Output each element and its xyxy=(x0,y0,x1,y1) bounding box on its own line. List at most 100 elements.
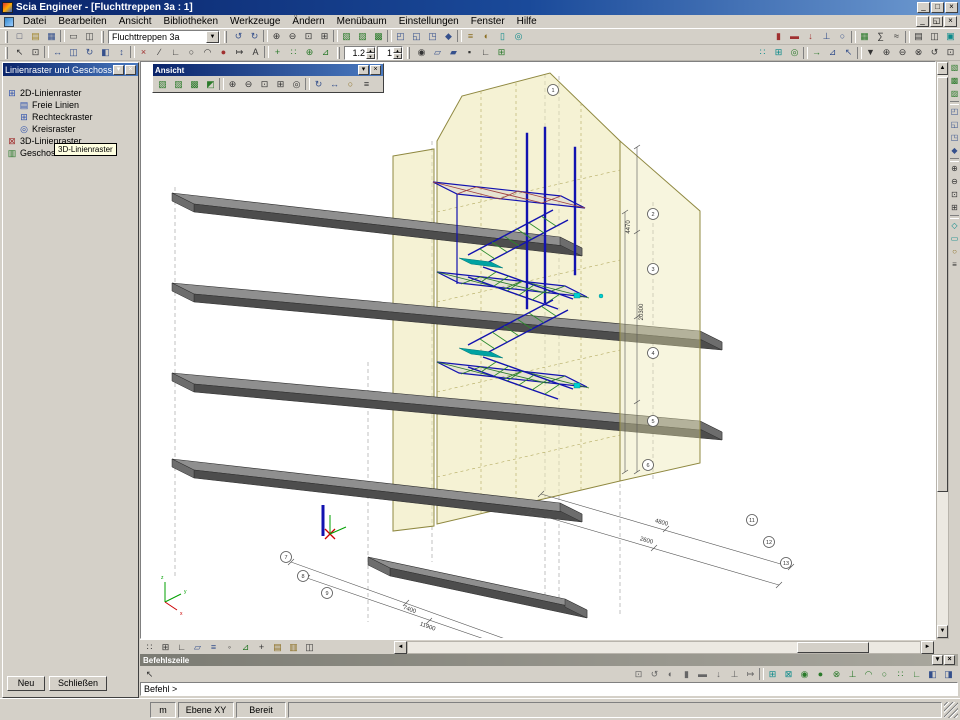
support-icon[interactable]: ⊥ xyxy=(819,30,834,44)
toolbar-grip[interactable] xyxy=(101,31,104,43)
toolbar-grip[interactable] xyxy=(5,47,8,59)
filter-loads-icon[interactable]: ↓ xyxy=(711,667,726,681)
move-icon[interactable]: ↔ xyxy=(50,46,65,60)
scale-field[interactable]: 1.2 ▲▼ xyxy=(344,46,376,60)
count-field[interactable]: 1 ▲▼ xyxy=(377,46,403,60)
select-icon[interactable]: ↖ xyxy=(12,46,27,60)
hinge-icon[interactable]: ○ xyxy=(835,30,850,44)
scroll-right-icon[interactable]: ► xyxy=(921,641,934,654)
ucs-icon[interactable]: ⊕ xyxy=(302,46,317,60)
picture-hidden-icon[interactable]: ▨ xyxy=(949,88,960,100)
rotate-view-icon[interactable]: ↻ xyxy=(311,77,326,91)
lock-x-icon[interactable]: ◧ xyxy=(925,667,940,681)
light-icon[interactable]: ○ xyxy=(949,246,960,258)
scale-spinner[interactable]: ▲▼ xyxy=(366,47,375,59)
menu-bearbeiten[interactable]: Bearbeiten xyxy=(52,15,112,28)
snap-mode-icon[interactable]: ◎ xyxy=(787,46,802,60)
workplane-xy-icon[interactable]: ▱ xyxy=(430,46,445,60)
page-zoom-icon[interactable]: ◫ xyxy=(302,640,317,654)
zoom-fit-icon[interactable]: ⊞ xyxy=(949,202,960,214)
view-x-icon[interactable]: ◰ xyxy=(949,106,960,118)
rendered-mode-icon[interactable]: ▩ xyxy=(371,30,386,44)
stretch-icon[interactable]: ↕ xyxy=(114,46,129,60)
cursor-step-icon[interactable]: → xyxy=(809,46,824,60)
storeys-icon[interactable]: ≡ xyxy=(206,640,221,654)
print-preview-icon[interactable]: ◫ xyxy=(82,30,97,44)
wire-mode-icon[interactable]: ▧ xyxy=(155,77,170,91)
new-project-icon[interactable]: □ xyxy=(12,30,27,44)
load-icon[interactable]: ↓ xyxy=(803,30,818,44)
point-raster-icon[interactable]: ∷ xyxy=(755,46,770,60)
dimension-icon[interactable]: ↦ xyxy=(232,46,247,60)
tree-item-freie-linien[interactable]: ▤ Freie Linien xyxy=(3,99,138,111)
tree-item-2d-linienraster[interactable]: ⊞ 2D-Linienraster xyxy=(3,87,138,99)
ansicht-toolbar-window[interactable]: Ansicht ▾× ▧▨▩◩⊕⊖⊡⊞◎↻↔○≡ xyxy=(152,63,384,93)
view-top-icon[interactable]: ◰ xyxy=(393,30,408,44)
wireframe-mode-icon[interactable]: ▧ xyxy=(339,30,354,44)
print-icon[interactable]: ▭ xyxy=(66,30,81,44)
horizontal-scrollbar[interactable]: ◄ ► xyxy=(394,641,934,654)
node-icon[interactable]: ● xyxy=(216,46,231,60)
filter-plates-icon[interactable]: ▬ xyxy=(695,667,710,681)
zoom-in-icon[interactable]: ⊕ xyxy=(949,163,960,175)
zoom-in-icon[interactable]: ⊕ xyxy=(269,30,284,44)
filter-supports-icon[interactable]: ⊥ xyxy=(727,667,742,681)
layers-icon[interactable]: ≡ xyxy=(463,30,478,44)
snap-intersection-icon[interactable]: ⊗ xyxy=(829,667,844,681)
save-project-icon[interactable]: ▦ xyxy=(44,30,59,44)
cmd-close-button[interactable]: × xyxy=(944,655,955,665)
text-icon[interactable]: A xyxy=(248,46,263,60)
picture-icon[interactable]: ▣ xyxy=(943,30,958,44)
line-raster-icon[interactable]: ⊞ xyxy=(771,46,786,60)
menu-einstellungen[interactable]: Einstellungen xyxy=(393,15,465,28)
mdi-restore-button[interactable]: ◱ xyxy=(930,16,943,27)
arc-icon[interactable]: ◠ xyxy=(200,46,215,60)
gallery-icon[interactable]: ◫ xyxy=(927,30,942,44)
view-point-icon[interactable]: ◎ xyxy=(511,30,526,44)
menu-menuebaum[interactable]: Menübaum xyxy=(331,15,393,28)
ortho-icon[interactable]: ∟ xyxy=(478,46,493,60)
remove-selection-icon[interactable]: ⊖ xyxy=(895,46,910,60)
view-axo-icon[interactable]: ◆ xyxy=(949,145,960,157)
clipping-box-icon[interactable]: ▯ xyxy=(495,30,510,44)
zoom-out-icon[interactable]: ⊖ xyxy=(241,77,256,91)
add-selection-icon[interactable]: ⊕ xyxy=(879,46,894,60)
view-settings-icon[interactable]: ≡ xyxy=(359,77,374,91)
redo-icon[interactable]: ↻ xyxy=(247,30,262,44)
neu-button[interactable]: Neu xyxy=(7,676,45,691)
lock-y-icon[interactable]: ◨ xyxy=(941,667,956,681)
snap-perpendicular-icon[interactable]: ⊥ xyxy=(845,667,860,681)
view-z-icon[interactable]: ◳ xyxy=(949,132,960,144)
cursor-snap-icon[interactable]: ◉ xyxy=(414,46,429,60)
ortho-toggle-icon[interactable]: ∟ xyxy=(174,640,189,654)
raster-icon[interactable]: ⊞ xyxy=(494,46,509,60)
filter-dimensions-icon[interactable]: ↦ xyxy=(743,667,758,681)
tree-item-kreisraster[interactable]: ◎ Kreisraster xyxy=(3,123,138,135)
view-settings-icon[interactable]: ≡ xyxy=(949,259,960,271)
hscroll-thumb[interactable] xyxy=(797,642,869,653)
plate-icon[interactable]: ▬ xyxy=(787,30,802,44)
toolbar-grip[interactable] xyxy=(407,47,410,59)
command-input[interactable]: Befehl > xyxy=(140,682,958,696)
picture-wireframe-icon[interactable]: ▧ xyxy=(949,62,960,74)
workplane-xz-icon[interactable]: ▰ xyxy=(446,46,461,60)
scroll-up-icon[interactable]: ▲ xyxy=(937,62,948,75)
menu-hilfe[interactable]: Hilfe xyxy=(511,15,543,28)
cmd-dock-button[interactable]: ▾ xyxy=(932,655,943,665)
scroll-left-icon[interactable]: ◄ xyxy=(394,641,407,654)
move-ucs-icon[interactable]: ↖ xyxy=(841,46,856,60)
snap-endpoint-icon[interactable]: ● xyxy=(813,667,828,681)
perspective-icon[interactable]: ◇ xyxy=(949,220,960,232)
menu-werkzeuge[interactable]: Werkzeuge xyxy=(224,15,286,28)
menu-fenster[interactable]: Fenster xyxy=(465,15,511,28)
workplane-icon[interactable]: ▱ xyxy=(190,640,205,654)
results-icon[interactable]: ≈ xyxy=(889,30,904,44)
scroll-down-icon[interactable]: ▼ xyxy=(937,625,948,638)
panel-titlebar[interactable]: Linienraster und Geschosse ▾× xyxy=(3,63,138,76)
resize-grip[interactable] xyxy=(944,702,958,718)
snap-tangent-icon[interactable]: ◠ xyxy=(861,667,876,681)
child-window-icon[interactable] xyxy=(4,17,14,27)
project-combo[interactable]: Fluchttreppen 3a ▼ xyxy=(108,30,220,44)
ansicht-close-button[interactable]: × xyxy=(370,65,381,75)
filter-members-icon[interactable]: ▮ xyxy=(679,667,694,681)
